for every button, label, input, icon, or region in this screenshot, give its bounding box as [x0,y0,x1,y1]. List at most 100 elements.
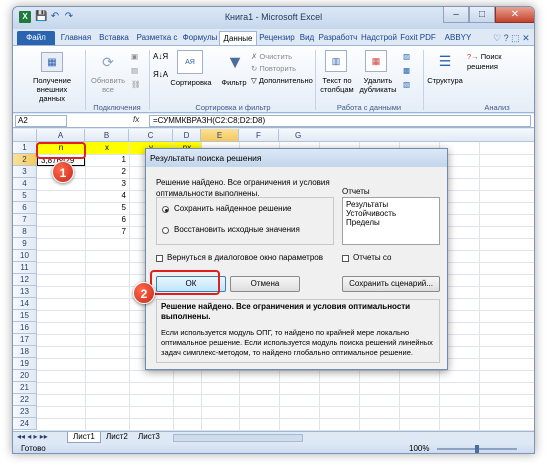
row-header[interactable]: 14 [13,298,37,310]
restore-values-radio[interactable] [162,227,169,234]
tab-developer[interactable]: Разработч [317,31,359,46]
cell-b3[interactable]: 2 [85,166,129,178]
cell-b5[interactable]: 4 [85,190,129,202]
row-header[interactable]: 11 [13,262,37,274]
tab-data[interactable]: Данные [219,31,257,46]
restore-values-label[interactable]: Восстановить исходные значения [174,225,300,234]
report-item[interactable]: Пределы [346,218,436,227]
column-header[interactable]: B [85,129,129,142]
tab-formulas[interactable]: Формулы [181,31,219,46]
close-button[interactable]: ✕ [495,7,534,23]
row-header[interactable]: 12 [13,274,37,286]
cell-b8[interactable]: 7 [85,226,129,238]
reports-list[interactable]: Результаты Устойчивость Пределы [342,197,440,245]
gridline [37,418,534,419]
sheet-tab-3[interactable]: Лист3 [133,432,165,443]
cell-b7[interactable]: 6 [85,214,129,226]
edit-links-icon[interactable]: ⛓ [131,80,141,90]
structure-button[interactable]: Структура [425,76,465,85]
outline-reports-checkbox[interactable] [342,255,349,262]
connections-icon[interactable]: ▣ [131,52,138,62]
text-to-columns-button[interactable]: Текст по столбцам [317,76,357,94]
row-header[interactable]: 19 [13,358,37,370]
row-header[interactable]: 2 [13,154,37,166]
sort-button[interactable]: Сортировка [165,78,217,87]
filter-button[interactable]: Фильтр [217,78,251,87]
reapply-button[interactable]: ↻ Повторить [251,64,296,74]
save-scenario-button[interactable]: Сохранить сценарий... [342,276,440,292]
column-header[interactable]: C [129,129,173,142]
row-header[interactable]: 17 [13,334,37,346]
cell-b1[interactable]: x [85,142,129,154]
row-header[interactable]: 5 [13,190,37,202]
row-header[interactable]: 9 [13,238,37,250]
row-header[interactable]: 4 [13,178,37,190]
sort-az-icon[interactable]: А↓Я [153,52,168,62]
advanced-button[interactable]: ▽ Дополнительно [251,76,313,86]
tab-review[interactable]: Рецензир [257,31,297,46]
fx-icon[interactable]: fx [133,115,139,124]
solver-button[interactable]: ?→ Поиск решения [467,52,534,72]
tab-home[interactable]: Главная [57,31,95,46]
data-validation-icon[interactable]: ▨ [403,52,410,62]
tab-view[interactable]: Вид [297,31,317,46]
return-to-dialog-checkbox[interactable] [156,255,163,262]
report-item[interactable]: Устойчивость [346,209,436,218]
cancel-button[interactable]: Отмена [230,276,300,292]
cell-b4[interactable]: 3 [85,178,129,190]
sheet-tab-2[interactable]: Лист2 [101,432,133,443]
row-header[interactable]: 1 [13,142,37,154]
row-header[interactable]: 23 [13,406,37,418]
tab-page-layout[interactable]: Разметка с [133,31,181,46]
tab-addins[interactable]: Надстрой [359,31,399,46]
refresh-all-button[interactable]: Обновить все [87,76,129,94]
outline-reports-label[interactable]: Отчеты со [353,253,391,262]
name-box[interactable]: A2 [15,115,67,127]
consolidate-icon[interactable]: ▩ [403,66,410,76]
column-header[interactable]: D [173,129,201,142]
horizontal-scrollbar[interactable] [173,434,303,442]
row-header[interactable]: 16 [13,322,37,334]
row-header[interactable]: 8 [13,226,37,238]
column-header[interactable]: E [201,129,239,142]
gridline [479,142,480,432]
properties-icon[interactable]: ▤ [131,66,138,76]
row-header[interactable]: 6 [13,202,37,214]
keep-solution-radio[interactable] [162,206,169,213]
get-external-data-button[interactable]: Получение внешних данных [23,76,81,103]
column-header[interactable]: A [37,129,85,142]
row-header[interactable]: 21 [13,382,37,394]
formula-input[interactable]: =СУММКВРАЗН(C2:C8;D2:D8) [149,115,531,127]
row-header[interactable]: 13 [13,286,37,298]
cell-b6[interactable]: 5 [85,202,129,214]
maximize-button[interactable]: □ [469,7,495,23]
row-header[interactable]: 10 [13,250,37,262]
help-icon[interactable]: ♡ ? ⬚ ✕ [493,33,530,44]
column-header[interactable]: G [279,129,534,142]
keep-solution-label[interactable]: Сохранить найденное решение [174,204,292,213]
row-header[interactable]: 7 [13,214,37,226]
row-header[interactable]: 22 [13,394,37,406]
row-header[interactable]: 24 [13,418,37,430]
minimize-button[interactable]: – [443,7,469,23]
zoom-level[interactable]: 100% [409,444,429,453]
what-if-icon[interactable]: ▧ [403,80,410,90]
select-all-corner[interactable] [13,129,37,142]
column-header[interactable]: F [239,129,279,142]
tab-foxit[interactable]: Foxit PDF [399,31,437,46]
row-header[interactable]: 20 [13,370,37,382]
cell-b2[interactable]: 1 [85,154,129,166]
return-to-dialog-label[interactable]: Вернуться в диалоговое окно параметров [167,253,323,262]
zoom-thumb[interactable] [475,445,479,453]
tab-insert[interactable]: Вставка [95,31,133,46]
row-header[interactable]: 3 [13,166,37,178]
sheet-nav-icon[interactable]: ◂◂ ◂ ▸ ▸▸ [17,432,48,441]
clear-button[interactable]: ✗ Очистить [251,52,292,62]
tab-abbyy[interactable]: ABBYY PDF [437,31,479,56]
row-header[interactable]: 18 [13,346,37,358]
tab-file[interactable]: Файл [17,31,55,46]
remove-duplicates-button[interactable]: Удалить дубликаты [357,76,399,94]
row-header[interactable]: 15 [13,310,37,322]
sheet-tab-1[interactable]: Лист1 [67,432,101,443]
report-item[interactable]: Результаты [346,200,436,209]
